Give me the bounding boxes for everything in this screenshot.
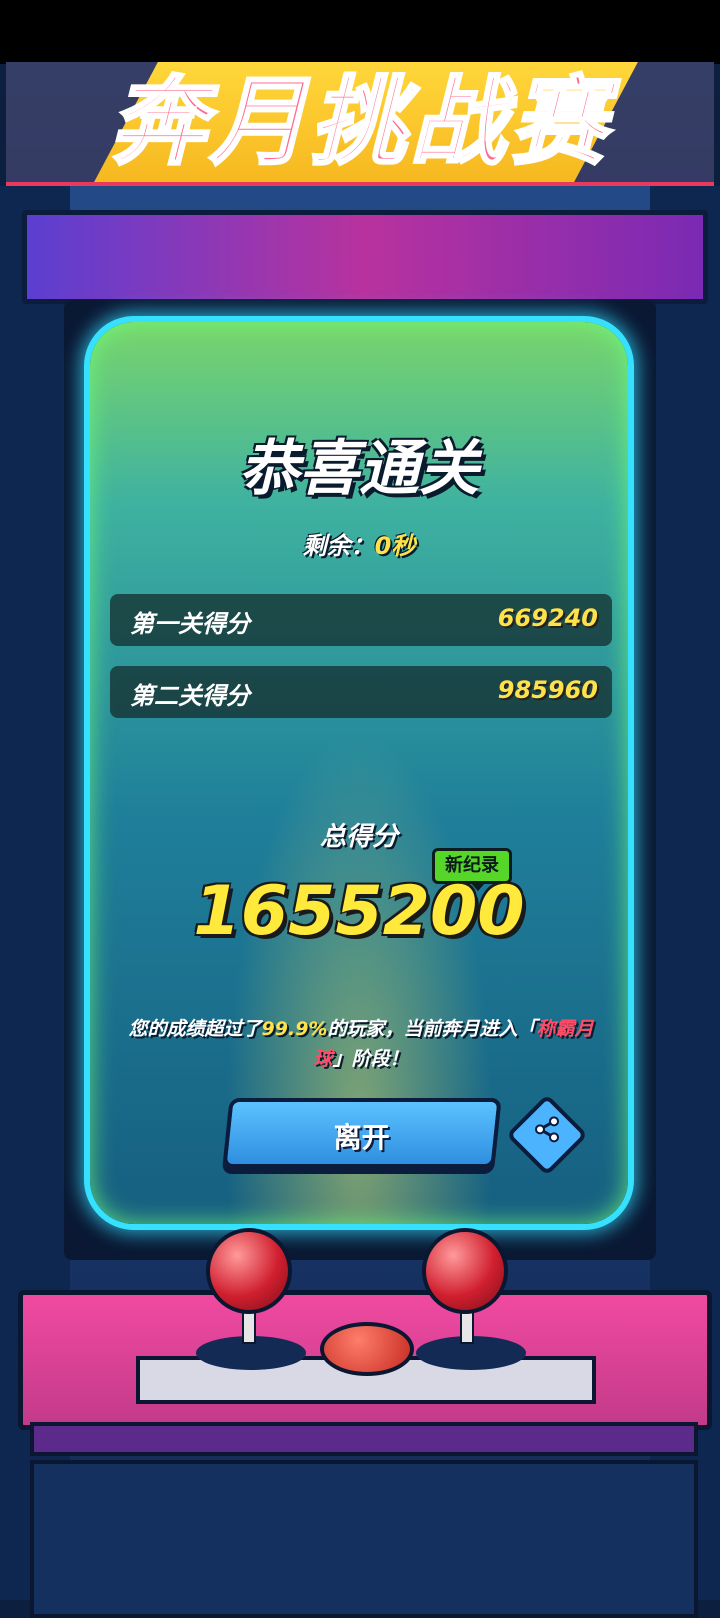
cabinet-art-panel [22, 210, 708, 304]
share-icon [535, 1116, 559, 1143]
top-black-bar [0, 0, 720, 64]
score-row-value: 669240 [497, 604, 598, 632]
desc-middle: 的玩家，当前奔月进入「 [327, 1018, 537, 1040]
marquee-title: 奔月挑战赛 [109, 65, 610, 180]
total-score-value: 1655200 [193, 872, 525, 951]
score-row-stage1: 第一关得分 669240 [110, 594, 612, 646]
leave-button-label: 离开 [333, 1121, 390, 1154]
cabinet-ledge [30, 1422, 698, 1456]
remaining-value: 0秒 [374, 532, 416, 560]
joystick-right-ball [422, 1228, 508, 1314]
joystick-left-ball [206, 1228, 292, 1314]
clear-title: 恭喜通关 [239, 434, 479, 504]
remaining-time: 剩余：0秒 [90, 526, 628, 561]
desc-suffix: 」阶段！ [332, 1048, 409, 1070]
score-row-stage2: 第二关得分 985960 [110, 666, 612, 718]
total-score-label: 总得分 [319, 822, 398, 852]
arcade-red-button [320, 1322, 414, 1376]
desc-percent: 99.9% [261, 1018, 328, 1040]
score-row-label: 第一关得分 [130, 610, 250, 638]
desc-prefix: 您的成绩超过了 [128, 1018, 262, 1040]
remaining-label: 剩余： [302, 532, 375, 560]
cabinet-bottom [30, 1460, 698, 1618]
marquee-banner: 奔月挑战赛 [6, 62, 714, 188]
score-row-value: 985960 [497, 676, 598, 704]
score-row-label: 第二关得分 [130, 682, 250, 710]
leave-button[interactable]: 离开 [222, 1098, 502, 1168]
rank-description: 您的成绩超过了99.9%的玩家，当前奔月进入「称霸月球」阶段！ [126, 1014, 596, 1074]
